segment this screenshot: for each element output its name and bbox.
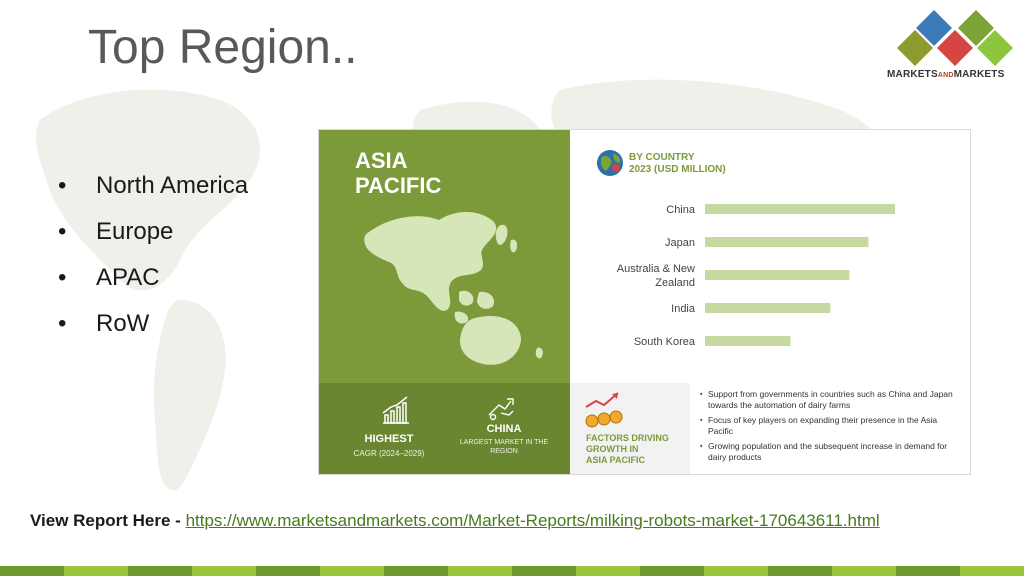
bar-4	[705, 336, 791, 346]
stat-china-sub-1: LARGEST MARKET IN THE	[459, 439, 549, 446]
report-link[interactable]: https://www.marketsandmarkets.com/Market…	[186, 511, 880, 530]
region-bullet-list: North America Europe APAC RoW	[58, 172, 248, 356]
logo-wordmark: MARKETSANDMARKETS	[887, 69, 1005, 80]
factor-item: Support from governments in countries su…	[700, 389, 962, 411]
footer-stripe-segment	[640, 566, 704, 576]
footer-stripe-segment	[576, 566, 640, 576]
asia-pacific-infographic: ASIA PACIFIC HIGHEST CAGR (2024–2029) CH…	[318, 129, 971, 475]
bullet-item: RoW	[58, 310, 248, 356]
footer-stripe	[0, 566, 1024, 576]
footer-stripe-segment	[0, 566, 64, 576]
growth-factors-panel: FACTORS DRIVING GROWTH IN ASIA PACIFIC S…	[570, 383, 970, 474]
bullet-item: North America	[58, 172, 248, 218]
bar-0	[705, 204, 895, 214]
bar-label-2: Australia & New	[617, 263, 695, 275]
globe-icon	[597, 150, 623, 176]
footer-stripe-segment	[960, 566, 1024, 576]
footer-stripe-segment	[768, 566, 832, 576]
view-report-line: View Report Here - https://www.marketsan…	[30, 511, 880, 531]
chart-title: BY COUNTRY 2023 (USD MILLION)	[629, 152, 726, 175]
growth-factors-list: Support from governments in countries su…	[690, 383, 970, 474]
coins-growth-icon	[585, 392, 623, 428]
bullet-item: APAC	[58, 264, 248, 310]
slide-title: Top Region..	[88, 21, 358, 74]
footer-stripe-segment	[896, 566, 960, 576]
stat-china-sub-2: REGION	[490, 448, 518, 455]
asia-pacific-map	[364, 212, 543, 365]
bar-label-0: China	[666, 204, 696, 216]
bar-1	[705, 237, 869, 247]
footer-stripe-segment	[448, 566, 512, 576]
footer-stripe-segment	[128, 566, 192, 576]
bar-label-1: Japan	[665, 237, 695, 249]
bar-3	[705, 303, 831, 313]
bar-label-2: Zealand	[655, 277, 695, 289]
factor-item: Growing population and the subsequent in…	[700, 441, 962, 463]
footer-stripe-segment	[256, 566, 320, 576]
footer-stripe-segment	[192, 566, 256, 576]
footer-stripe-segment	[512, 566, 576, 576]
region-title: ASIA PACIFIC	[355, 148, 442, 198]
footer-stripe-segment	[320, 566, 384, 576]
bar-label-3: India	[671, 303, 696, 315]
footer-stripe-segment	[384, 566, 448, 576]
footer-stripe-segment	[704, 566, 768, 576]
stats-panel: HIGHEST CAGR (2024–2029) CHINA LARGEST M…	[319, 383, 570, 474]
stat-china-label: CHINA	[486, 423, 522, 435]
factors-title: FACTORS DRIVING GROWTH IN ASIA PACIFIC	[586, 433, 669, 465]
footer-stripe-segment	[64, 566, 128, 576]
bullet-item: Europe	[58, 218, 248, 264]
growth-chart-icon	[382, 396, 409, 424]
stat-cagr-label: CAGR (2024–2029)	[353, 449, 425, 458]
stat-highest-label: HIGHEST	[364, 433, 414, 445]
view-report-label: View Report Here -	[30, 511, 186, 530]
factor-item: Focus of key players on expanding their …	[700, 415, 962, 437]
bar-label-4: South Korea	[634, 336, 696, 348]
region-panel: ASIA PACIFIC	[319, 130, 570, 383]
bar-2	[705, 270, 850, 280]
footer-stripe-segment	[832, 566, 896, 576]
country-bar-chart: China Japan Australia & New Zealand India Sou…	[617, 204, 895, 348]
milking-robot-icon	[488, 398, 514, 421]
